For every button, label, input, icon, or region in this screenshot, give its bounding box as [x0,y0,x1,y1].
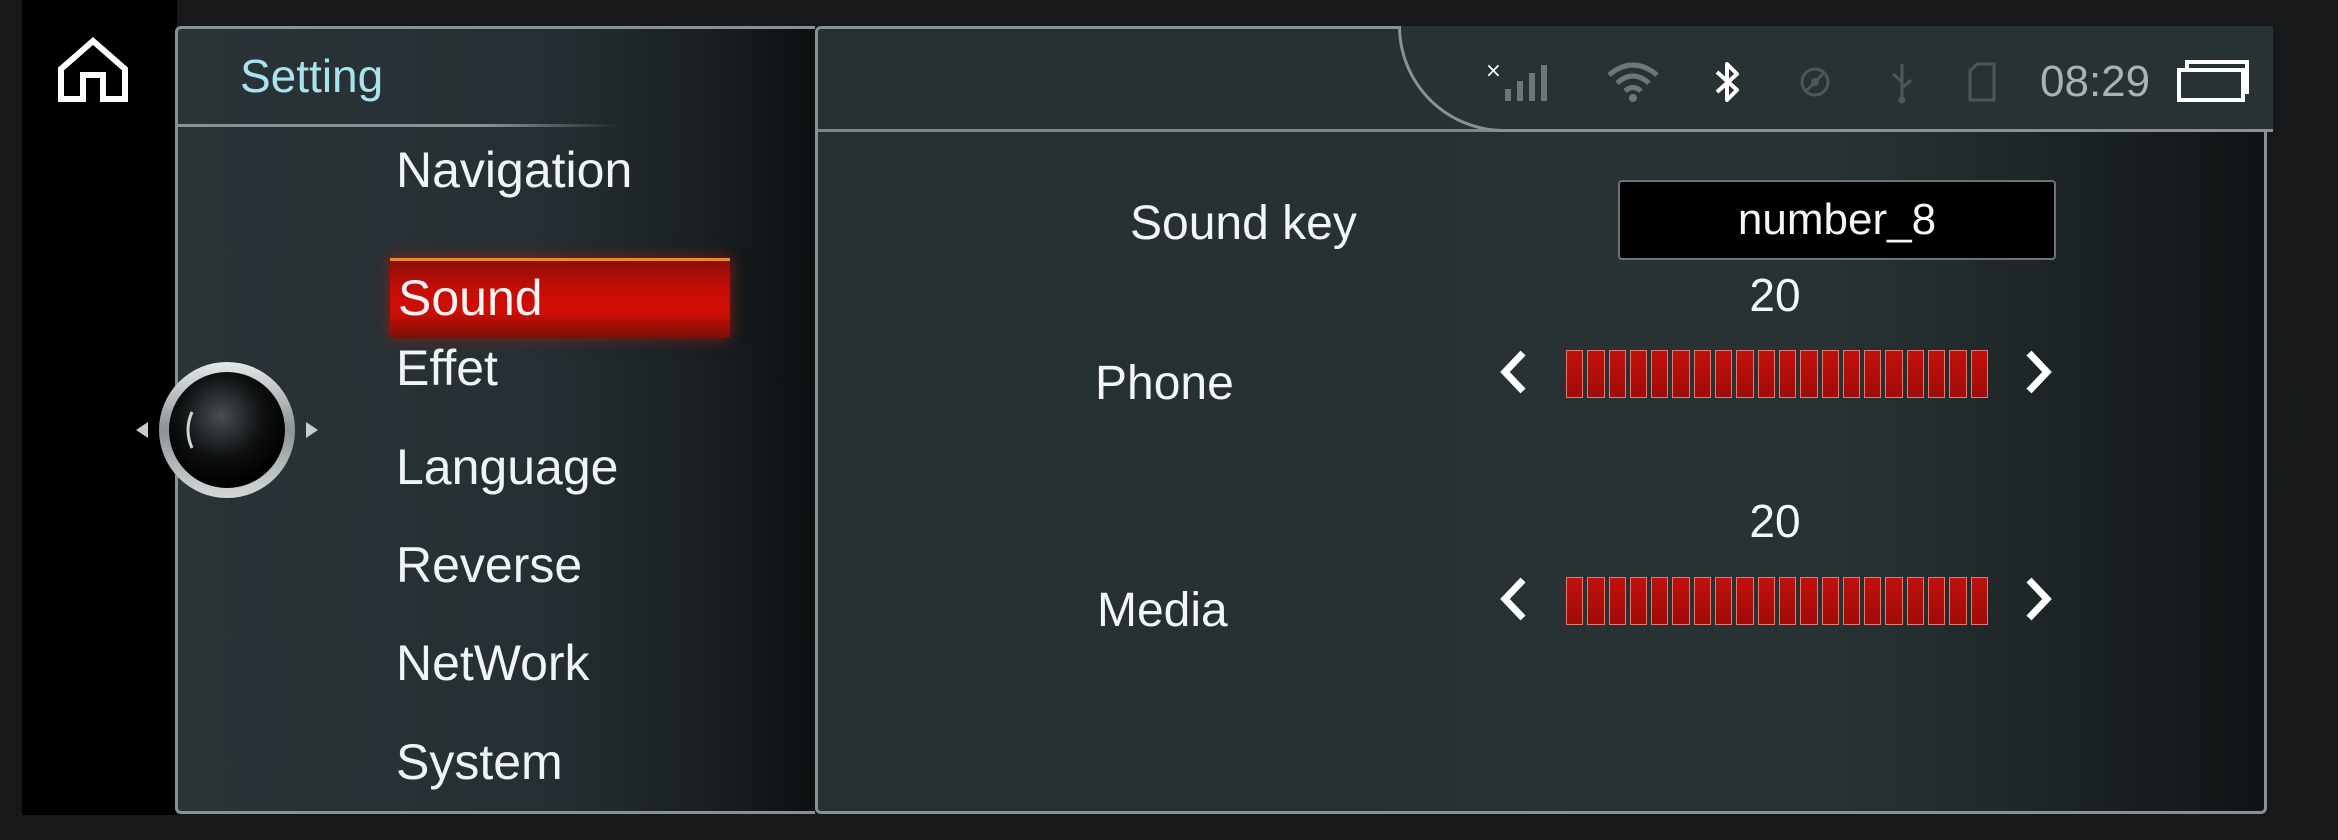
bluetooth-icon [1708,59,1748,105]
sound-key-field[interactable]: number_8 [1618,180,2056,260]
rotary-knob-icon[interactable] [132,362,322,502]
volume-segment [1842,577,1861,625]
volume-segment [1757,350,1775,398]
menu-item-language[interactable]: Language [388,424,728,510]
volume-segment [1693,577,1712,625]
volume-segment [1800,577,1818,625]
volume-segment [1949,350,1967,398]
phone-volume-bar[interactable] [1566,350,1988,398]
volume-segment [1821,577,1839,625]
home-icon [58,37,128,102]
volume-segment [1566,577,1584,625]
media-label: Media [1097,584,1228,637]
volume-segment [1757,577,1775,625]
volume-segment [1800,350,1818,398]
volume-segment [1864,350,1882,398]
volume-segment [1672,577,1690,625]
volume-segment [1885,350,1903,398]
sound-settings-panel: × 08:29 [815,26,2273,814]
no-signal-icon: × [1483,59,1557,105]
chevron-right-icon [2026,350,2052,394]
volume-segment [1587,350,1605,398]
volume-segment [1736,350,1754,398]
volume-segment [1906,350,1925,398]
volume-segment [1587,577,1605,625]
recent-apps-icon[interactable] [2173,57,2253,103]
volume-segment [1778,577,1797,625]
clock: 08:29 [2040,57,2151,106]
volume-segment [1928,350,1946,398]
sd-card-icon [1964,59,2000,105]
volume-segment [1672,350,1690,398]
volume-segment [1629,350,1648,398]
media-volume-down-button[interactable] [1492,569,1536,629]
chevron-left-icon [1500,350,1526,394]
volume-segment [1970,350,1988,398]
home-button[interactable] [50,30,136,110]
phone-volume-value: 20 [1749,269,1801,321]
volume-segment [1906,577,1925,625]
volume-segment [1651,350,1669,398]
menu-item-reverse[interactable]: Reverse [388,522,728,608]
media-volume-up-button[interactable] [2016,569,2060,629]
media-volume-bar[interactable] [1566,577,1988,625]
volume-segment [1842,350,1861,398]
sound-key-label: Sound key [1130,197,1357,250]
gps-icon [1793,59,1837,105]
chevron-right-icon [2026,577,2052,621]
menu-item-effet[interactable]: Effet [388,325,728,411]
volume-segment [1566,350,1584,398]
volume-segment [1693,350,1712,398]
volume-segment [1821,350,1839,398]
menu-item-navigation[interactable]: Navigation [388,127,728,213]
volume-segment [1736,577,1754,625]
sidebar-title: Setting [240,50,384,102]
volume-segment [1928,577,1946,625]
volume-segment [1715,350,1733,398]
phone-label: Phone [1095,357,1234,410]
phone-volume-down-button[interactable] [1492,342,1536,402]
menu-item-system[interactable]: System [388,719,728,805]
volume-segment [1608,350,1626,398]
volume-segment [1651,577,1669,625]
phone-volume-up-button[interactable] [2016,342,2060,402]
volume-segment [1715,577,1733,625]
volume-segment [1970,577,1988,625]
volume-segment [1608,577,1626,625]
volume-segment [1629,577,1648,625]
volume-segment [1949,577,1967,625]
svg-text:×: × [1485,59,1502,82]
usb-icon [1884,59,1920,105]
chevron-left-icon [1500,577,1526,621]
volume-segment [1778,350,1797,398]
volume-segment [1864,577,1882,625]
menu-item-network[interactable]: NetWork [388,620,728,706]
volume-segment [1885,577,1903,625]
media-volume-value: 20 [1749,495,1801,547]
wifi-icon [1605,59,1661,105]
